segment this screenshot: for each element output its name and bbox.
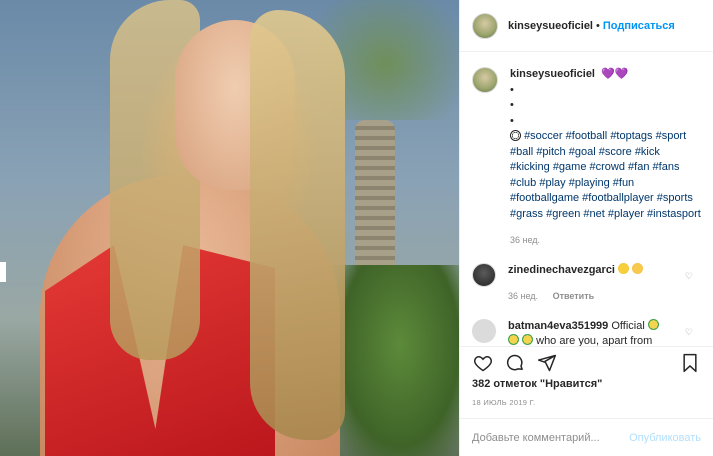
post-photo[interactable] bbox=[0, 0, 459, 456]
hashtag-link[interactable]: #instasport bbox=[647, 208, 701, 220]
comment-like-icon[interactable]: ♡ bbox=[685, 271, 693, 282]
comments-list[interactable]: kinseysueoficiel 💜💜 • • • #soccer #footb… bbox=[460, 53, 713, 346]
hashtag-link[interactable]: #soccer bbox=[524, 130, 563, 142]
hashtag-link[interactable]: #green bbox=[546, 208, 580, 220]
comment-like-icon[interactable]: ♡ bbox=[685, 327, 693, 338]
hashtag-link[interactable]: #sports bbox=[657, 192, 693, 204]
caption-hashtags: #soccer #football #toptags #sport #ball … bbox=[510, 129, 701, 222]
kiss-emoji bbox=[632, 262, 644, 274]
hashtag-link[interactable]: #score bbox=[599, 146, 632, 158]
comment-text-continued: who are you, apart from bbox=[536, 335, 653, 346]
publish-button[interactable]: Опубликовать bbox=[629, 432, 701, 444]
comment-icon[interactable] bbox=[504, 352, 526, 374]
hashtag-link[interactable]: #footballgame bbox=[510, 192, 579, 204]
hashtag-link[interactable]: #player bbox=[608, 208, 644, 220]
comment-item: zinedinechavezgarci 36 нед. Ответить ♡ bbox=[472, 262, 701, 305]
hashtag-link[interactable]: #game bbox=[553, 161, 587, 173]
heart-eyes-emoji bbox=[618, 262, 630, 274]
caption-bullet: • bbox=[510, 83, 514, 96]
caption-meta: 36 нед. bbox=[510, 233, 701, 249]
comment-item: batman4eva351999 Official who are you, a… bbox=[472, 318, 701, 346]
comment-text: Official bbox=[611, 319, 645, 332]
laughing-emoji bbox=[522, 334, 534, 345]
hashtag-link[interactable]: #kick bbox=[635, 146, 660, 158]
photo-bush bbox=[330, 265, 459, 456]
commenter-username[interactable]: batman4eva351999 bbox=[508, 320, 608, 332]
hashtag-link[interactable]: #footballplayer bbox=[582, 192, 654, 204]
commenter-avatar[interactable] bbox=[472, 262, 496, 287]
comment-input[interactable]: Добавьте комментарий... bbox=[472, 432, 629, 444]
hashtag-link[interactable]: #club bbox=[510, 177, 536, 189]
caption-username[interactable]: kinseysueoficiel bbox=[510, 68, 595, 80]
commenter-avatar[interactable] bbox=[472, 318, 496, 343]
caption: kinseysueoficiel 💜💜 • • • #soccer #footb… bbox=[472, 67, 701, 249]
hashtag-link[interactable]: #pitch bbox=[536, 146, 565, 158]
caption-body: kinseysueoficiel 💜💜 • • • #soccer #footb… bbox=[510, 67, 701, 249]
caption-bullet: • bbox=[510, 114, 514, 127]
heart-icon[interactable] bbox=[472, 352, 494, 374]
action-bar bbox=[460, 346, 713, 378]
reply-button[interactable]: Ответить bbox=[553, 291, 595, 301]
laughing-emoji bbox=[508, 334, 519, 345]
likes-count[interactable]: 382 отметок "Нравится" bbox=[472, 378, 602, 390]
soccer-ball-icon bbox=[510, 130, 521, 141]
hashtag-link[interactable]: #play bbox=[539, 177, 565, 189]
laughing-emoji bbox=[647, 318, 659, 330]
author-username[interactable]: kinseysueoficiel bbox=[508, 20, 593, 32]
photo-hair-right bbox=[250, 10, 345, 440]
comment-body: batman4eva351999 Official who are you, a… bbox=[508, 318, 693, 346]
post-side-panel: kinseysueoficiel • Подписаться kinseysue… bbox=[459, 0, 713, 456]
share-icon[interactable] bbox=[536, 352, 558, 374]
hashtag-link[interactable]: #football bbox=[566, 130, 608, 142]
comment-body: zinedinechavezgarci 36 нед. Ответить bbox=[508, 262, 693, 305]
comment-meta: 36 нед. Ответить bbox=[508, 289, 693, 305]
hashtag-link[interactable]: #ball bbox=[510, 146, 533, 158]
comment-time[interactable]: 36 нед. bbox=[508, 291, 538, 301]
add-comment-bar: Добавьте комментарий... Опубликовать bbox=[460, 418, 713, 456]
commenter-username[interactable]: zinedinechavezgarci bbox=[508, 264, 615, 276]
caption-avatar[interactable] bbox=[472, 67, 498, 93]
hashtag-link[interactable]: #fans bbox=[653, 161, 680, 173]
hashtag-link[interactable]: #toptags bbox=[610, 130, 652, 142]
purple-hearts-emoji: 💜💜 bbox=[601, 68, 629, 80]
hashtag-link[interactable]: #net bbox=[583, 208, 604, 220]
hashtag-link[interactable]: #grass bbox=[510, 208, 543, 220]
hashtag-link[interactable]: #fun bbox=[613, 177, 634, 189]
header-separator: • bbox=[596, 19, 600, 32]
caption-bullet: • bbox=[510, 99, 514, 111]
hashtag-link[interactable]: #fan bbox=[628, 161, 649, 173]
hashtag-link[interactable]: #goal bbox=[569, 146, 596, 158]
hashtag-link[interactable]: #crowd bbox=[590, 161, 625, 173]
photo-edge-marker bbox=[0, 262, 6, 282]
post-header: kinseysueoficiel • Подписаться bbox=[460, 0, 713, 52]
hashtag-link[interactable]: #playing bbox=[569, 177, 610, 189]
caption-time[interactable]: 36 нед. bbox=[510, 235, 540, 245]
follow-button[interactable]: Подписаться bbox=[603, 20, 675, 32]
hashtag-link[interactable]: #kicking bbox=[510, 161, 550, 173]
author-avatar[interactable] bbox=[472, 12, 498, 39]
hashtag-link[interactable]: #sport bbox=[656, 130, 687, 142]
bookmark-icon[interactable] bbox=[679, 352, 701, 374]
post-date[interactable]: 18 ИЮЛЬ 2019 Г. bbox=[472, 398, 535, 407]
